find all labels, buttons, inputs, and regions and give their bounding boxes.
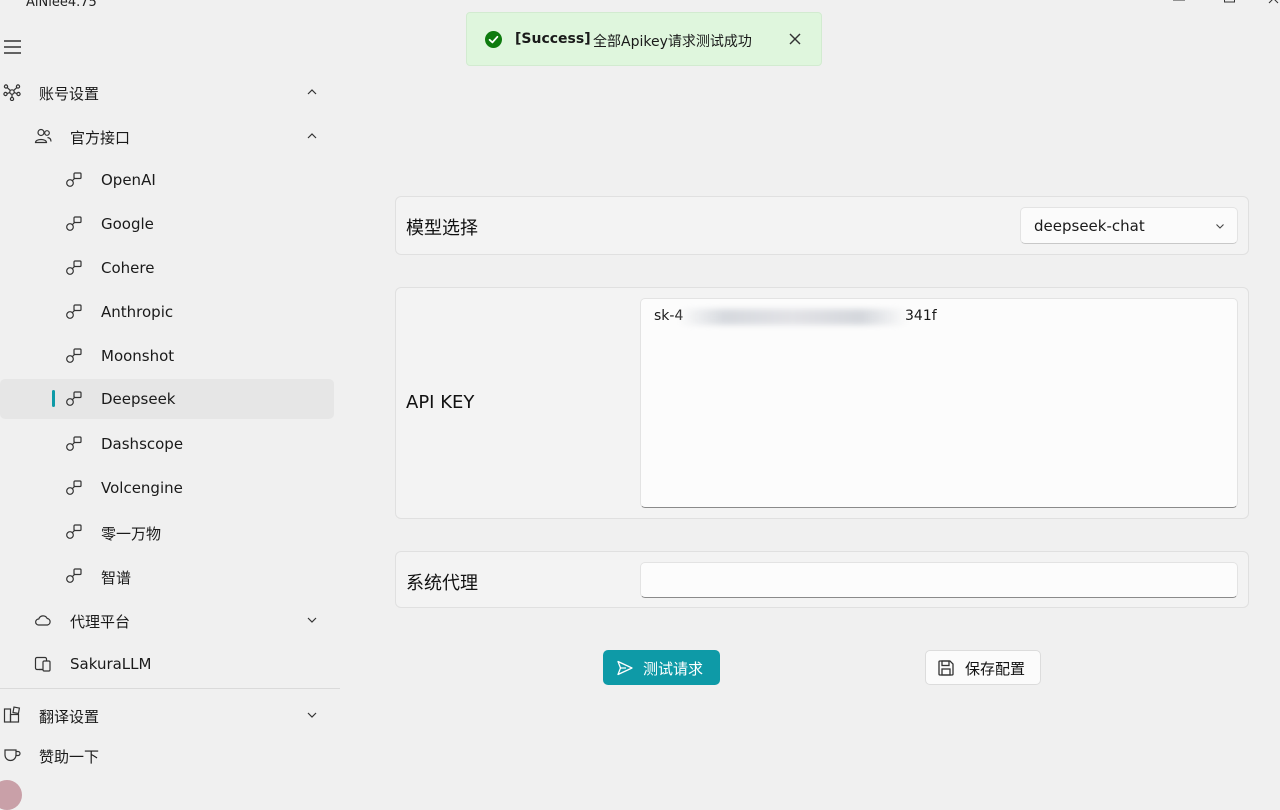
apps-add-icon [3, 706, 21, 723]
connector-icon [66, 304, 82, 319]
proxy-card: 系统代理 [395, 551, 1249, 608]
sidebar-item-01ai[interactable]: 零一万物 [0, 512, 334, 552]
connector-icon [66, 391, 82, 406]
sidebar-item-google[interactable]: Google [0, 204, 334, 244]
sidebar-item-label: Google [101, 215, 154, 233]
connector-icon [66, 216, 82, 231]
save-config-label: 保存配置 [965, 660, 1026, 678]
api-key-suffix: 341f [905, 308, 937, 324]
sidebar-item-openai[interactable]: OpenAI [0, 160, 334, 200]
sidebar-item-label: 零一万物 [101, 525, 162, 543]
maximize-button[interactable] [1217, 0, 1241, 14]
avatar[interactable] [0, 780, 22, 810]
device-icon [34, 656, 51, 672]
send-icon [617, 660, 633, 676]
nav-account-settings[interactable]: 账号设置 [0, 72, 334, 112]
cloud-icon [35, 615, 51, 626]
sidebar-item-label: 智谱 [101, 569, 132, 587]
proxy-input[interactable] [640, 562, 1238, 598]
sidebar-item-label: Volcengine [101, 479, 183, 497]
connector-icon [66, 348, 82, 363]
minimize-icon [1173, 0, 1185, 1]
sidebar-item-anthropic[interactable]: Anthropic [0, 292, 334, 332]
cup-icon [4, 749, 21, 762]
sidebar-item-label: OpenAI [101, 171, 156, 189]
sidebar-item-label: Dashscope [101, 435, 184, 453]
nav-sponsor-label: 赞助一下 [39, 748, 100, 766]
success-toast: [Success] 全部Apikey请求测试成功 [466, 12, 822, 66]
close-icon[interactable] [788, 32, 802, 46]
save-config-button[interactable]: 保存配置 [925, 650, 1041, 685]
nav-sakurallm-label: SakuraLLM [70, 655, 152, 673]
nav-translation-settings[interactable]: 翻译设置 [0, 695, 334, 735]
model-label: 模型选择 [406, 218, 478, 239]
api-key-card: API KEY sk-4 341f [395, 287, 1249, 519]
sidebar-item-label: Moonshot [101, 347, 175, 365]
connector-icon [66, 172, 82, 187]
app-title: AiNiee4.75 [26, 0, 97, 10]
sidebar-item-label: Cohere [101, 259, 155, 277]
redaction-blur [679, 309, 907, 325]
save-icon [938, 660, 954, 676]
selection-indicator [52, 390, 55, 407]
test-request-button[interactable]: 测试请求 [603, 650, 720, 685]
maximize-icon [1224, 0, 1235, 3]
test-request-label: 测试请求 [643, 660, 704, 678]
sidebar-item-volcengine[interactable]: Volcengine [0, 468, 334, 508]
sidebar-item-label: Anthropic [101, 303, 174, 321]
toast-title: [Success] [515, 31, 591, 47]
nav-proxy-platform[interactable]: 代理平台 [0, 600, 334, 640]
nav-official-api-label: 官方接口 [70, 129, 131, 147]
chevron-down-icon [307, 617, 317, 623]
nav-proxy-platform-label: 代理平台 [70, 613, 131, 631]
sidebar-item-deepseek[interactable]: Deepseek [0, 379, 334, 419]
users-icon [34, 128, 52, 144]
check-circle-icon [485, 31, 502, 48]
connector-icon [66, 480, 82, 495]
nav-translation-settings-label: 翻译设置 [39, 708, 100, 726]
chevron-up-icon [307, 89, 317, 95]
close-icon [1268, 0, 1279, 4]
chevron-down-icon [1216, 224, 1224, 229]
minimize-button[interactable] [1167, 0, 1191, 14]
close-window-button[interactable] [1262, 0, 1280, 14]
nav-sponsor[interactable]: 赞助一下 [0, 735, 334, 775]
nav-sakurallm[interactable]: SakuraLLM [0, 644, 334, 684]
network-icon [3, 84, 21, 101]
sidebar-item-dashscope[interactable]: Dashscope [0, 424, 334, 464]
nav-official-api[interactable]: 官方接口 [0, 116, 334, 156]
sidebar-divider [0, 688, 340, 689]
sidebar-item-label: Deepseek [101, 390, 176, 408]
sidebar-item-zhipu[interactable]: 智谱 [0, 556, 334, 596]
api-key-textarea[interactable]: sk-4 341f [640, 298, 1238, 508]
sidebar-item-moonshot[interactable]: Moonshot [0, 336, 334, 376]
model-card: 模型选择 deepseek-chat [395, 196, 1249, 255]
menu-button[interactable] [4, 39, 22, 55]
connector-icon [66, 568, 82, 583]
hamburger-icon [4, 40, 21, 54]
proxy-label: 系统代理 [406, 573, 478, 594]
nav-account-settings-label: 账号设置 [39, 85, 100, 103]
chevron-up-icon [307, 133, 317, 139]
model-select-value: deepseek-chat [1034, 217, 1145, 235]
connector-icon [66, 524, 82, 539]
api-key-label: API KEY [406, 392, 475, 413]
connector-icon [66, 436, 82, 451]
model-select[interactable]: deepseek-chat [1020, 207, 1238, 244]
sidebar-item-cohere[interactable]: Cohere [0, 248, 334, 288]
connector-icon [66, 260, 82, 275]
toast-message: 全部Apikey请求测试成功 [593, 34, 752, 50]
chevron-down-icon [307, 712, 317, 718]
